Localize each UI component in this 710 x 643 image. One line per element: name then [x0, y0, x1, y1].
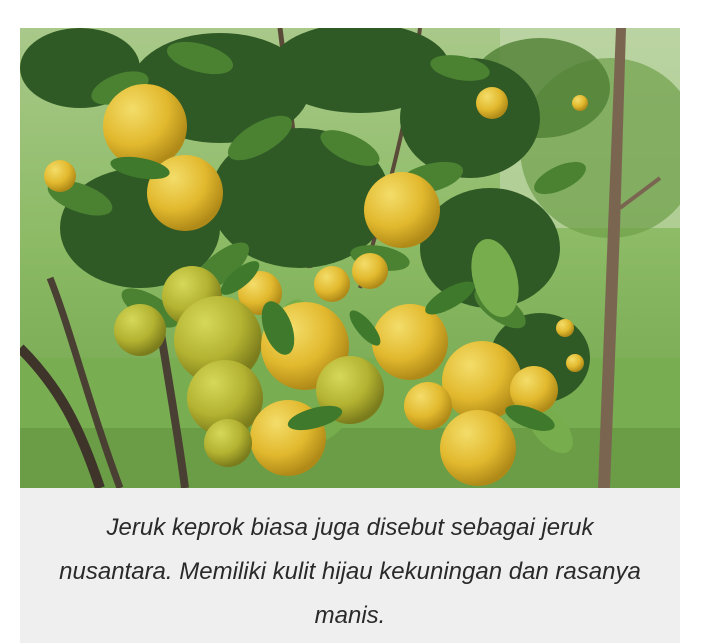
caption-box: Jeruk keprok biasa juga disebut sebagai …: [20, 488, 680, 643]
photo-caption: Jeruk keprok biasa juga disebut sebagai …: [59, 514, 641, 629]
citrus-tree-photo: [20, 28, 680, 488]
article-figure: Jeruk keprok biasa juga disebut sebagai …: [20, 28, 680, 643]
